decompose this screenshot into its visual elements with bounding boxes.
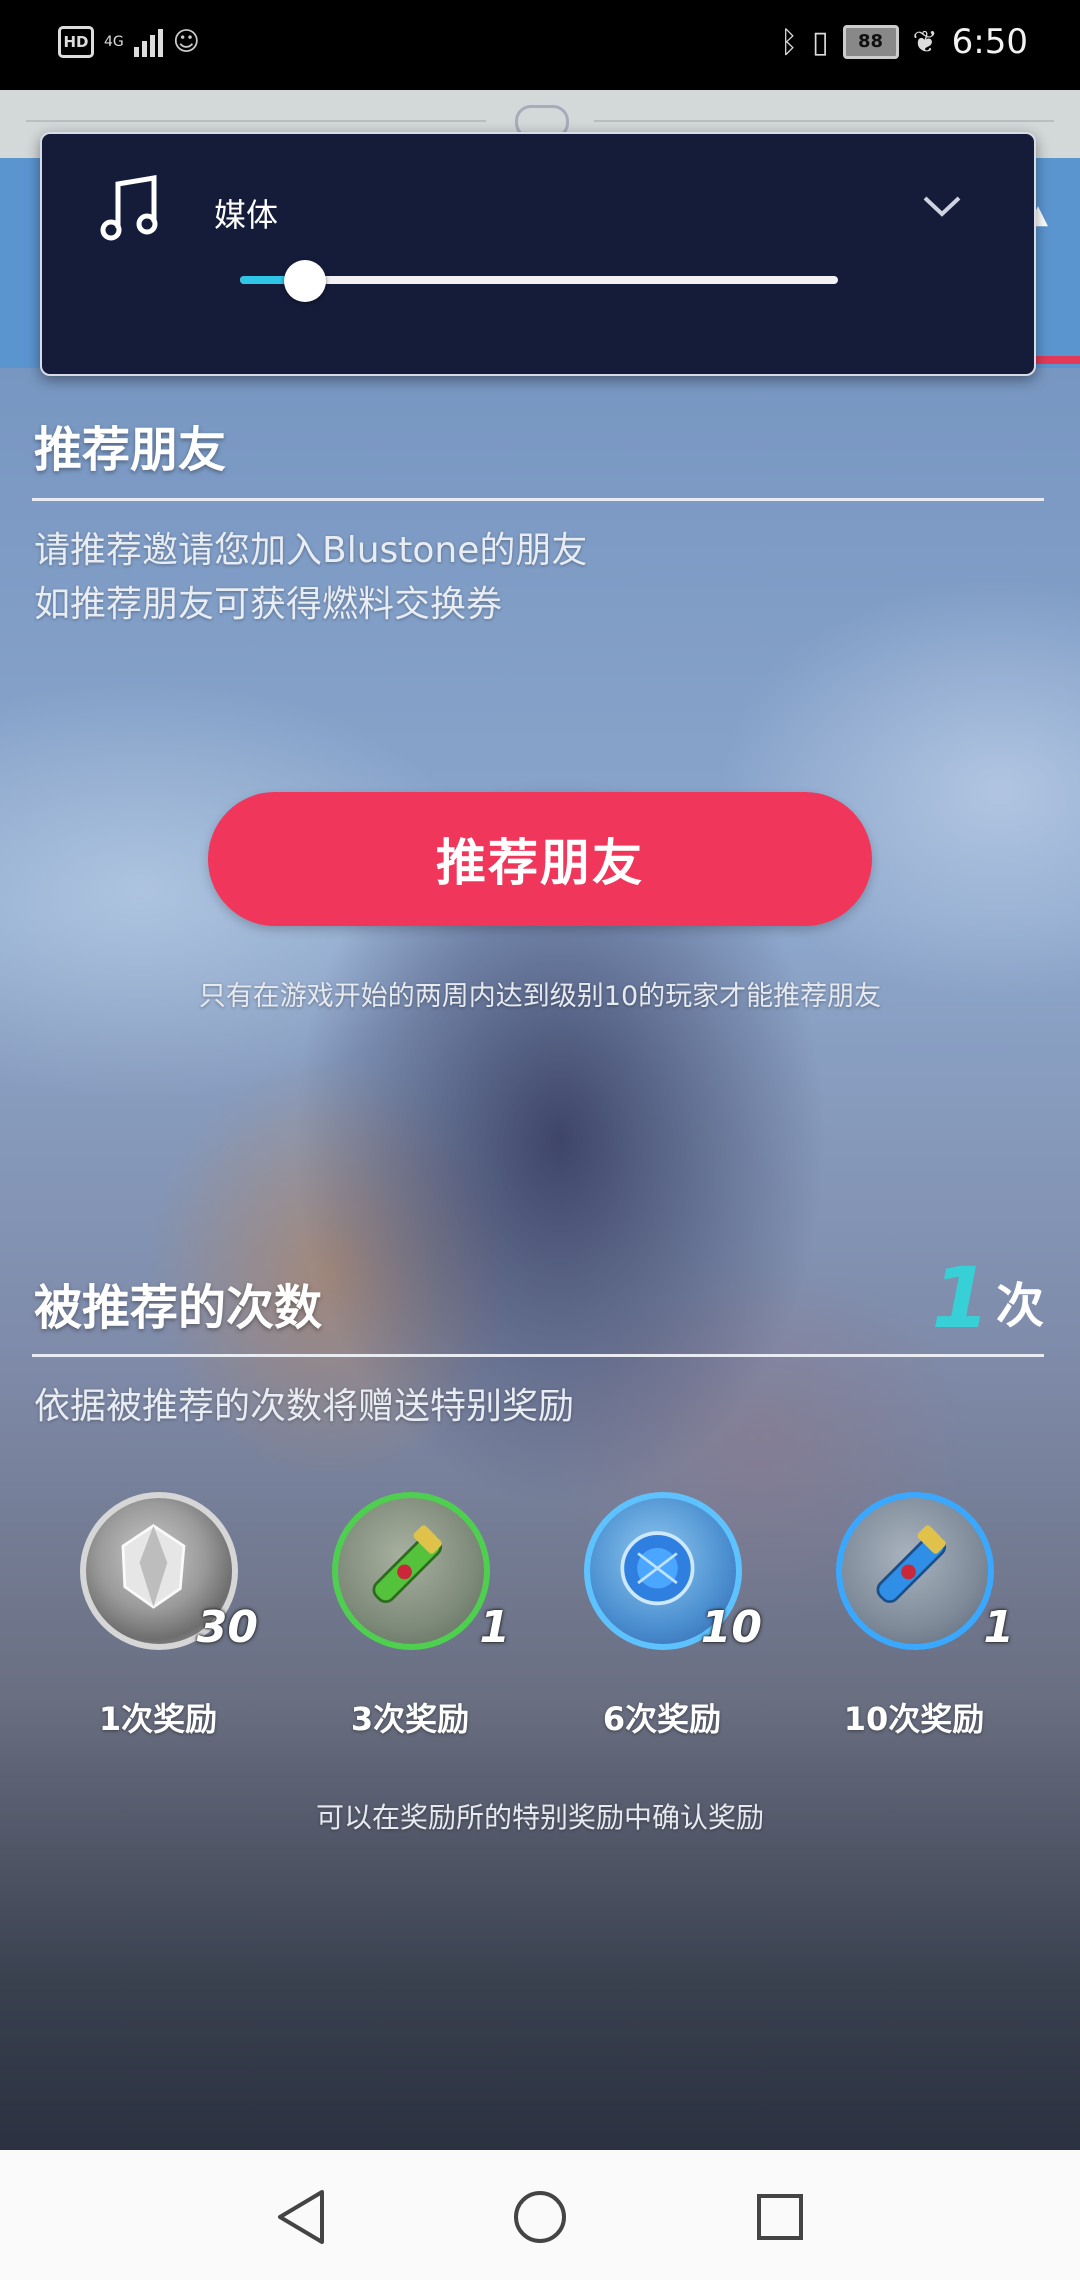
reward-label: 1次奖励: [98, 1700, 218, 1738]
reward-item[interactable]: 1 3次奖励: [310, 1492, 510, 1752]
recommend-description: 请推荐邀请您加入Blustone的朋友 如推荐朋友可获得燃料交换券: [34, 524, 587, 632]
reward-item[interactable]: 30 1次奖励: [58, 1492, 258, 1752]
recommend-note: 只有在游戏开始的两周内达到级别10的玩家才能推荐朋友: [198, 981, 882, 1012]
hd-badge: HD: [58, 26, 94, 58]
chevron-down-icon[interactable]: [922, 194, 962, 218]
count-number: 1: [931, 1249, 990, 1347]
recommend-title: 推荐朋友: [34, 422, 227, 478]
reward-quantity: 1: [983, 1602, 1014, 1653]
blue-scroll-shape: [876, 1525, 947, 1604]
divider: [32, 1354, 1044, 1357]
recommended-count: 1 次: [931, 1249, 1044, 1347]
divider: [32, 498, 1044, 501]
status-right: ᛒ ▯ 88 ❦ 6:50: [780, 22, 1028, 62]
network-type: 4G: [104, 34, 124, 50]
reward-item[interactable]: 1 10次奖励: [814, 1492, 1014, 1752]
notification-icon: ☺: [172, 27, 200, 57]
battery-indicator: 88: [842, 25, 899, 59]
signal-icon: [133, 27, 163, 57]
recents-icon[interactable]: [745, 2182, 815, 2252]
game-background: [0, 90, 1080, 2150]
blue-scroll-icon: [836, 1492, 994, 1650]
volume-slider-thumb[interactable]: [283, 260, 326, 302]
reward-quantity: 30: [196, 1602, 258, 1653]
reward-quantity: 10: [700, 1602, 762, 1653]
reward-quantity: 1: [479, 1602, 510, 1653]
recommend-friend-button[interactable]: 推荐朋友: [208, 792, 872, 926]
navigation-bar: [0, 2150, 1080, 2280]
reward-label: 6次奖励: [602, 1700, 722, 1738]
volume-stream-label: 媒体: [214, 196, 279, 234]
recommend-desc-line2: 如推荐朋友可获得燃料交换券: [34, 584, 503, 625]
rewards-footer-note: 可以在奖励所的特别奖励中确认奖励: [315, 1801, 764, 1834]
header-accent-bar: [1036, 356, 1080, 364]
vibrate-icon: ▯: [811, 24, 829, 60]
band-line-right: [594, 120, 1054, 122]
recommended-count-title: 被推荐的次数: [34, 1280, 323, 1336]
home-icon[interactable]: [505, 2182, 575, 2252]
clock: 6:50: [951, 22, 1028, 62]
status-left: HD 4G ☺: [58, 26, 200, 58]
volume-panel: 媒体: [40, 132, 1036, 376]
recommend-desc-line1: 请推荐邀请您加入Blustone的朋友: [34, 530, 588, 571]
bluetooth-icon: ᛒ: [779, 24, 798, 60]
status-bar: HD 4G ☺ ᛒ ▯ 88 ❦ 6:50: [0, 0, 1080, 90]
reward-label: 3次奖励: [350, 1700, 470, 1738]
back-icon[interactable]: [266, 2182, 336, 2252]
reward-item[interactable]: 10 6次奖励: [562, 1492, 762, 1752]
leaf-icon: ❦: [912, 24, 938, 60]
reward-label: 10次奖励: [843, 1700, 985, 1738]
music-note-icon: [100, 175, 158, 241]
volume-slider[interactable]: [240, 276, 838, 284]
green-scroll-icon: [332, 1492, 490, 1650]
recommended-count-desc: 依据被推荐的次数将赠送特别奖励: [34, 1386, 575, 1427]
count-unit: 次: [995, 1278, 1044, 1334]
band-line-left: [26, 120, 486, 122]
green-scroll-shape: [372, 1525, 443, 1604]
